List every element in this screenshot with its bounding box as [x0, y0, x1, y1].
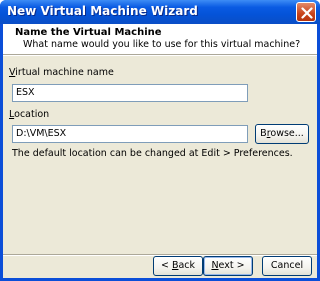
window-title: New Virtual Machine Wizard [7, 4, 198, 18]
vm-name-input[interactable]: ESX [12, 84, 248, 102]
location-label-text: ocation [14, 109, 50, 120]
location-input[interactable]: D:\VM\ESX [12, 125, 248, 143]
cancel-button[interactable]: Cancel [262, 256, 312, 276]
location-label: Location [9, 109, 49, 120]
title-bar[interactable]: New Virtual Machine Wizard [0, 0, 320, 24]
back-label: ack [178, 260, 196, 271]
browse-button[interactable]: Browse... [255, 124, 309, 144]
page-subtitle: What name would you like to use for this… [23, 39, 301, 50]
browse-label-end: owse... [270, 128, 304, 139]
back-prefix: < [160, 260, 172, 271]
page-title: Name the Virtual Machine [15, 27, 162, 38]
close-icon [301, 7, 313, 19]
next-access-key: N [211, 260, 219, 271]
next-button[interactable]: Next > [203, 256, 253, 276]
header-divider [3, 54, 317, 56]
vm-name-label: Virtual machine name [9, 67, 114, 78]
wizard-header: Name the Virtual Machine What name would… [3, 24, 317, 54]
default-location-info: The default location can be changed at E… [12, 148, 293, 159]
close-button[interactable] [296, 2, 316, 22]
back-button[interactable]: < Back [153, 256, 203, 276]
next-label: ext > [218, 260, 245, 271]
vm-name-label-text: irtual machine name [15, 67, 114, 78]
wizard-body: Name the Virtual Machine What name would… [3, 24, 317, 278]
wizard-window: New Virtual Machine Wizard Name the Virt… [0, 0, 320, 281]
